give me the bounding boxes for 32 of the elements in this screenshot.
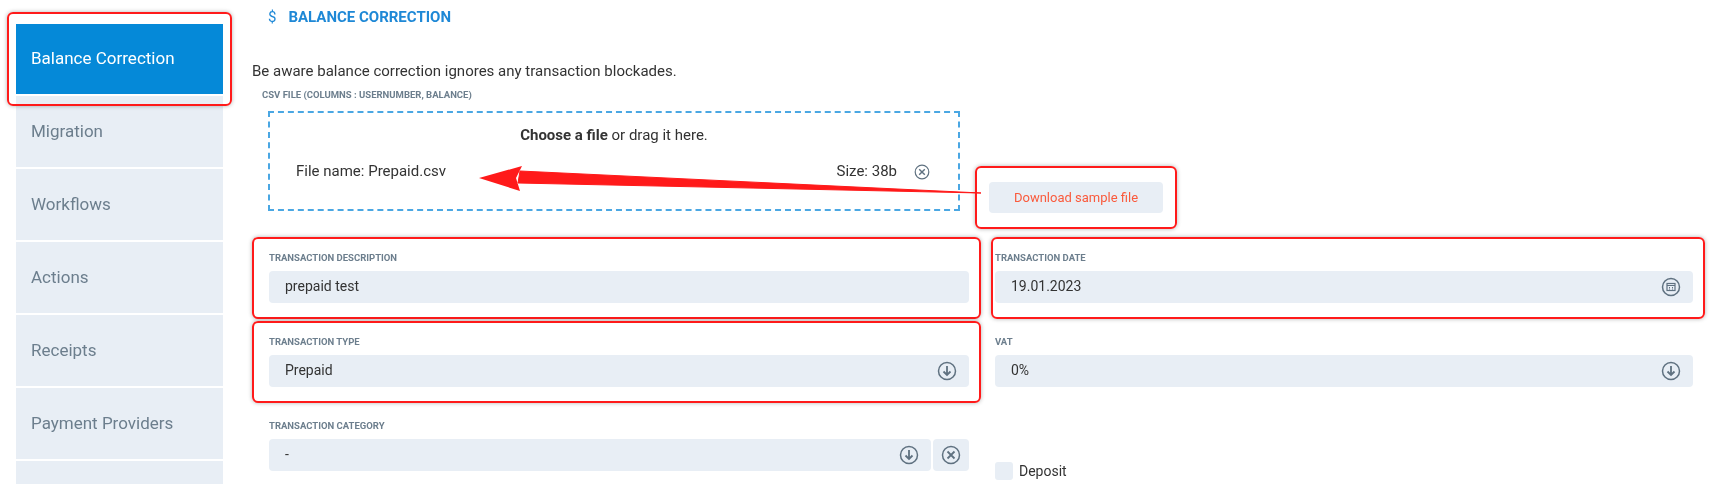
sidebar-item[interactable]: Payment Providers [16, 388, 223, 459]
dropdown-icon[interactable] [937, 360, 957, 381]
download-button[interactable]: Download sample file [989, 181, 1163, 213]
sidebar-item[interactable]: Workflows [16, 169, 223, 240]
file-size: Size: 38b [836, 161, 897, 183]
notice-text: Be aware balance correction ignores any transaction blockades. [252, 61, 678, 82]
sidebar-item[interactable]: Actions [16, 242, 223, 313]
dollar-icon: $ [268, 5, 277, 29]
field-label: CSV FILE (COLUMNS : USERNUMBER, BALANCE) [262, 87, 473, 102]
dropdown-icon[interactable] [1661, 360, 1681, 381]
sidebar-item[interactable]: Balance Correction [16, 24, 223, 94]
sidebar-item[interactable]: Migration [16, 96, 223, 167]
remove-file-icon[interactable] [914, 163, 930, 180]
date-field[interactable]: 19.01.2023 [995, 270, 1693, 303]
clear-button[interactable] [933, 438, 969, 471]
calendar-icon[interactable] [1661, 276, 1681, 297]
section-title: BALANCE CORRECTION [288, 6, 451, 28]
file-name: File name: Prepaid.csv [296, 161, 447, 183]
dropdown[interactable]: 0% [995, 354, 1693, 387]
checkbox-label: Deposit [1019, 461, 1067, 481]
field-label: TRANSACTION TYPE [269, 334, 361, 349]
clear-icon [941, 444, 961, 465]
field-label: VAT [995, 334, 1014, 349]
dropdown[interactable]: - [269, 438, 931, 471]
dropzone-prompt: Choose a file or drag it here. [520, 124, 708, 146]
dropdown-icon[interactable] [899, 444, 919, 465]
dropdown[interactable]: Prepaid [269, 354, 969, 387]
field-label: TRANSACTION DESCRIPTION [269, 250, 399, 265]
field-label: TRANSACTION CATEGORY [269, 418, 386, 433]
sidebar-item[interactable]: Receipts [16, 315, 223, 386]
input-field[interactable]: prepaid test [269, 270, 969, 303]
field-label: TRANSACTION DATE [995, 250, 1087, 265]
